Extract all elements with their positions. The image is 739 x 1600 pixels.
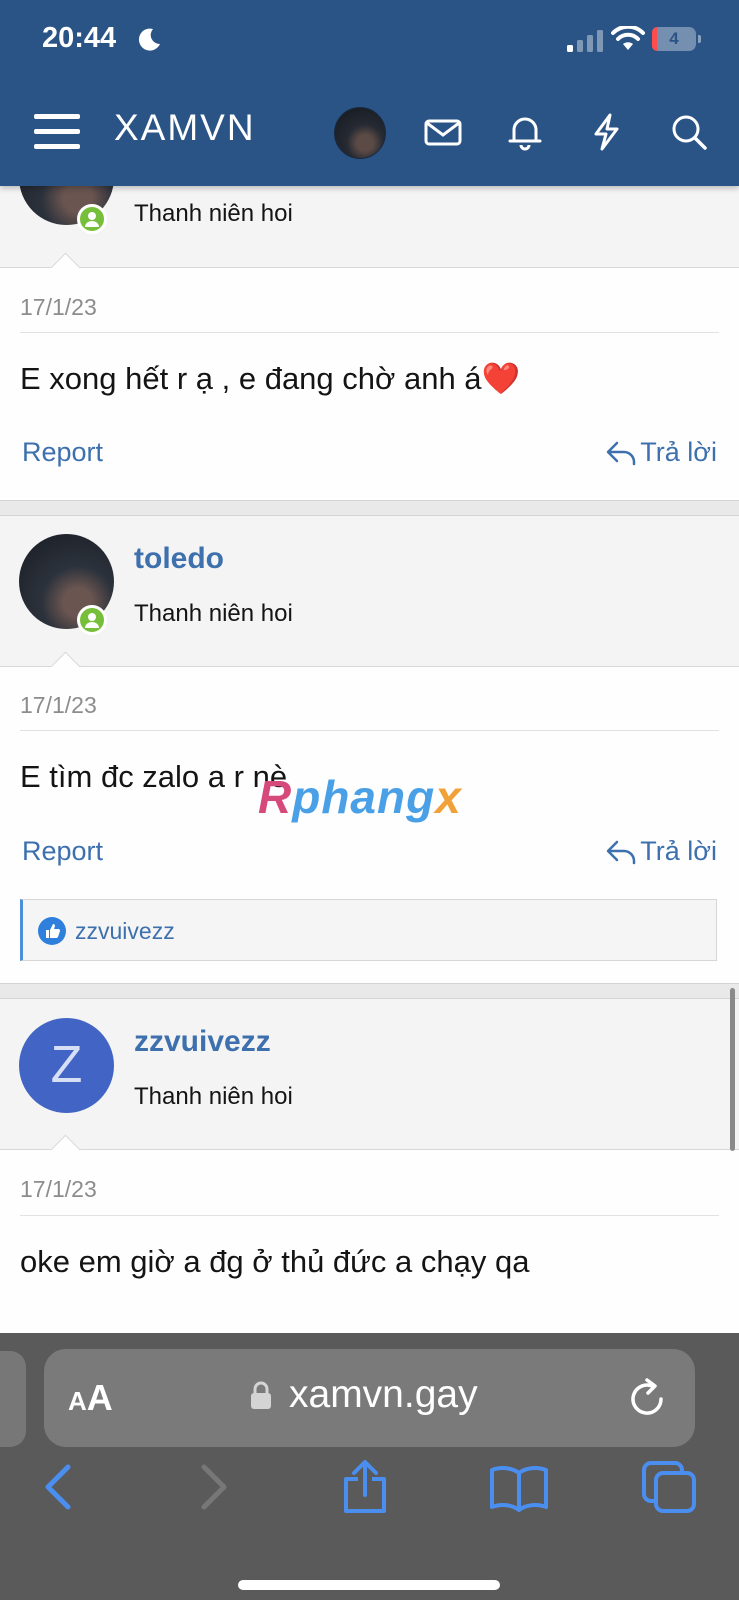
like-icon <box>38 917 66 945</box>
reply-icon <box>607 840 636 864</box>
address-bar[interactable]: AA xamvn.gay <box>44 1349 695 1447</box>
username[interactable]: toledo <box>134 542 224 576</box>
lock-icon <box>251 1381 271 1409</box>
home-indicator <box>238 1580 500 1590</box>
scrollbar[interactable] <box>730 988 735 1151</box>
site-logo[interactable]: XAMVN <box>114 107 256 149</box>
search-icon[interactable] <box>669 112 709 152</box>
post-date[interactable]: 17/1/23 <box>20 1176 97 1203</box>
account-avatar[interactable] <box>334 107 386 159</box>
user-title: Thanh niên hoi <box>134 600 293 627</box>
online-status-icon <box>77 204 107 234</box>
envelope-icon[interactable] <box>423 112 463 152</box>
lightning-icon[interactable] <box>587 112 627 152</box>
post-user-block: Z zzvuivezz Thanh niên hoi <box>0 999 739 1165</box>
post-message: E xong hết r ạ , e đang chờ anh á❤️ <box>20 361 521 396</box>
post-message: E tìm đc zalo a r nè <box>20 759 288 794</box>
report-link[interactable]: Report <box>22 437 103 468</box>
user-title: Thanh niên hoi <box>134 1083 293 1110</box>
site-header: 20:44 4 XAMVN <box>0 0 739 186</box>
forward-icon[interactable] <box>198 1459 232 1515</box>
bookmarks-icon[interactable] <box>488 1459 550 1515</box>
online-status-icon <box>77 605 107 635</box>
share-icon[interactable] <box>340 1459 390 1515</box>
reload-icon[interactable] <box>628 1377 668 1419</box>
reply-button[interactable]: Trả lời <box>606 836 717 867</box>
menu-icon[interactable] <box>34 112 80 152</box>
reply-icon <box>607 441 636 465</box>
battery-icon: 4 <box>652 27 701 51</box>
post-date[interactable]: 17/1/23 <box>20 294 97 321</box>
status-time: 20:44 <box>42 22 117 54</box>
reply-label: Trả lời <box>640 437 717 467</box>
username[interactable]: zzvuivezz <box>134 1025 271 1059</box>
battery-fill <box>652 27 657 51</box>
back-icon[interactable] <box>40 1459 74 1515</box>
text-size-button[interactable]: AA <box>68 1377 113 1419</box>
cellular-signal-icon <box>567 30 603 52</box>
reply-label: Trả lời <box>640 836 717 866</box>
moon-icon <box>138 28 160 51</box>
post-user-block: toledo Thanh niên hoi <box>0 516 739 682</box>
browser-toolbar: AA xamvn.gay <box>0 1333 739 1600</box>
watermark: Rphangx <box>258 771 462 823</box>
bell-icon[interactable] <box>505 112 545 152</box>
avatar[interactable]: Z <box>19 1018 114 1113</box>
report-link[interactable]: Report <box>22 836 103 867</box>
tabs-icon[interactable] <box>640 1459 700 1515</box>
user-title: Thanh niên hoi <box>134 200 293 227</box>
post-message: oke em giờ a đg ở thủ đức a chạy qa <box>20 1244 530 1279</box>
battery-percent: 4 <box>669 29 679 48</box>
reply-button[interactable]: Trả lời <box>606 437 717 468</box>
reactions-bar[interactable]: zzvuivezz <box>20 899 717 961</box>
post-date[interactable]: 17/1/23 <box>20 692 97 719</box>
reaction-user-link[interactable]: zzvuivezz <box>75 918 175 945</box>
wifi-icon <box>611 26 645 50</box>
url-text[interactable]: xamvn.gay <box>289 1373 478 1417</box>
previous-tab-peek[interactable] <box>0 1351 26 1447</box>
